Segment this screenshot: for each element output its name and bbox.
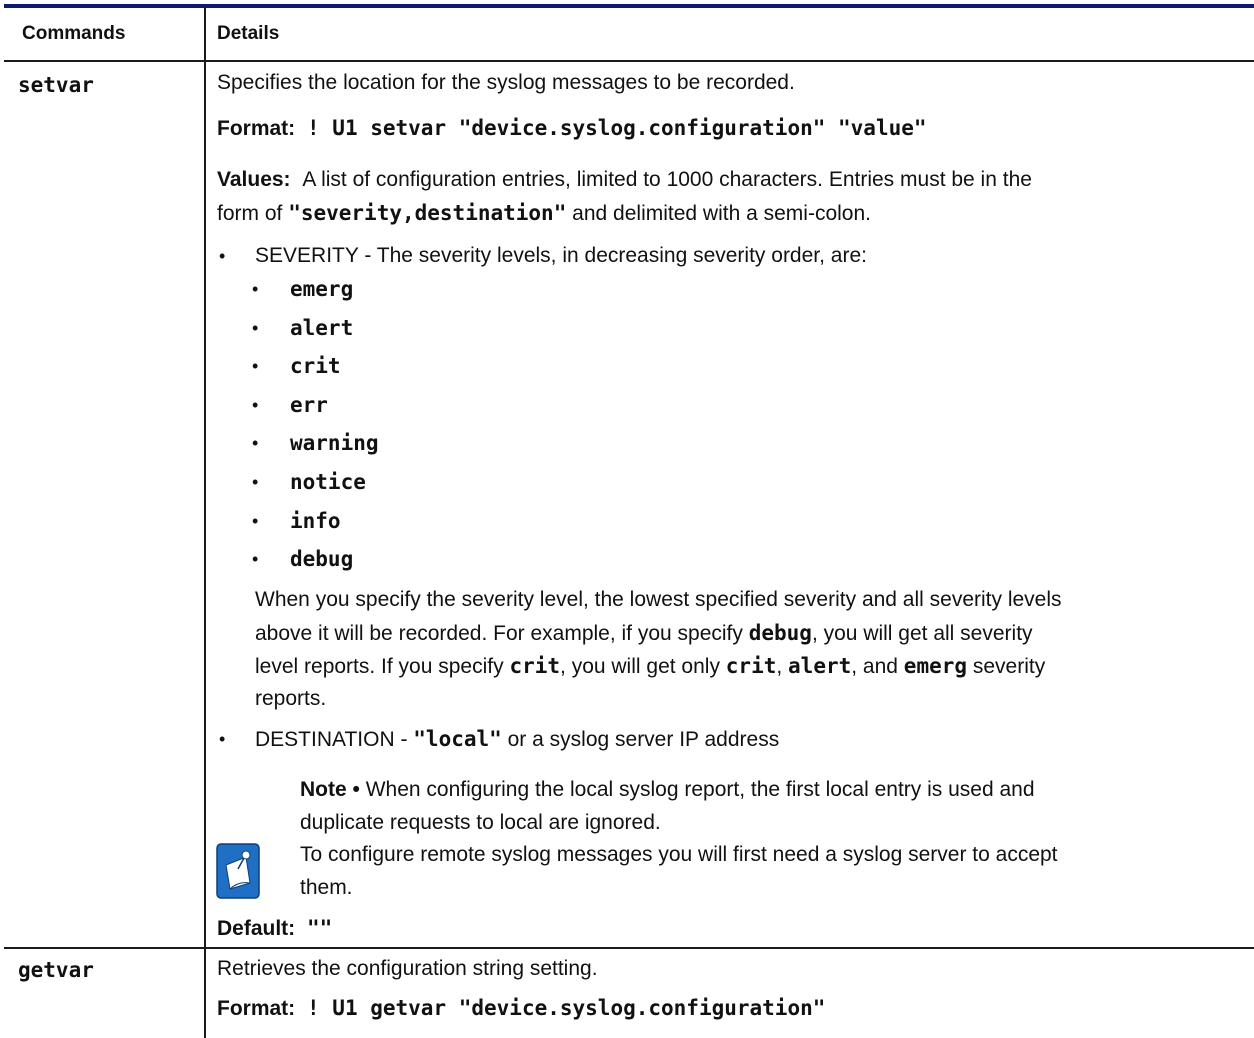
severity-level-item: crit [290,354,341,378]
bullet-icon: • [252,472,259,492]
values-line-1: Values: A list of configuration entries,… [217,165,1032,195]
note-text: When configuring the local syslog report… [359,778,1035,801]
explain-text: severity [967,655,1046,678]
bullet-icon: • [252,318,259,338]
bullet-icon: • [219,246,226,266]
explain-code: crit [509,654,561,678]
format-label: Format: [217,117,296,140]
note-line-2: duplicate requests to local are ignored. [300,811,661,834]
table-header-row: Commands Details [4,8,1254,62]
values-text: A list of configuration entries, limited… [302,168,1032,191]
values-format-code: "severity,destination" [288,201,567,225]
destination-line: DESTINATION - "local" or a syslog server… [255,724,779,755]
bullet-icon: • [252,549,259,569]
severity-level-item: debug [290,547,354,571]
severity-intro: SEVERITY - The severity levels, in decre… [255,244,867,267]
explain-code: crit [725,654,777,678]
command-setvar: setvar [18,73,94,97]
severity-level-item: err [290,393,328,417]
values-text: and delimited with a semi-colon. [566,202,871,225]
explain-line-4: reports. [255,687,327,710]
values-text: form of [217,202,289,225]
explain-line-2: above it will be recorded. For example, … [255,618,1033,649]
explain-line-3: level reports. If you specify crit, you … [255,651,1045,682]
note-line-1: Note • When configuring the local syslog… [300,775,1035,805]
default-value: "" [307,916,333,940]
explain-line-1: When you specify the severity level, the… [255,588,1062,611]
setvar-default: Default: "" [217,913,332,944]
bullet-icon: • [252,433,259,453]
explain-text: level reports. If you specify [255,655,510,678]
severity-level-item: notice [290,470,366,494]
severity-level-item: alert [290,316,354,340]
header-commands: Commands [22,23,126,44]
setvar-format: Format: ! U1 setvar "device.syslog.confi… [217,113,927,144]
bullet-icon: • [252,279,259,299]
explain-text: , you will get all severity [811,622,1033,645]
explain-code: debug [748,621,812,645]
header-details: Details [217,23,280,44]
setvar-description: Specifies the location for the syslog me… [217,71,795,94]
row-divider [4,947,1254,949]
explain-text: , and [851,655,904,678]
values-label: Values: [217,168,291,191]
explain-text: , [776,655,789,678]
default-label: Default: [217,917,296,940]
bullet-icon: • [252,395,259,415]
format-value: ! U1 getvar "device.syslog.configuration… [307,996,826,1020]
destination-text: or a syslog server IP address [501,728,780,751]
getvar-description: Retrieves the configuration string setti… [217,957,598,980]
severity-level-item: warning [290,431,379,455]
bullet-icon: • [252,356,259,376]
explain-text: above it will be recorded. For example, … [255,622,749,645]
severity-level-item: info [290,509,341,533]
severity-level-item: emerg [290,277,354,301]
note-pencil-icon [216,843,260,899]
explain-text: , you will get only [560,655,726,678]
destination-code: "local" [413,727,502,751]
format-label: Format: [217,997,296,1020]
note-line-4: them. [300,876,353,899]
values-line-2: form of "severity,destination" and delim… [217,198,871,229]
format-value: ! U1 setvar "device.syslog.configuration… [307,116,927,140]
bullet-icon: • [219,729,226,749]
note-line-3: To configure remote syslog messages you … [300,843,1058,866]
command-getvar: getvar [18,958,94,982]
explain-code: alert [788,654,852,678]
explain-code: emerg [903,654,968,678]
note-label: Note • [300,778,360,801]
column-divider [204,8,206,1038]
bullet-icon: • [252,511,259,531]
getvar-format: Format: ! U1 getvar "device.syslog.confi… [217,993,825,1024]
destination-text: DESTINATION - [255,728,414,751]
command-table: Commands Details [4,4,1254,1038]
